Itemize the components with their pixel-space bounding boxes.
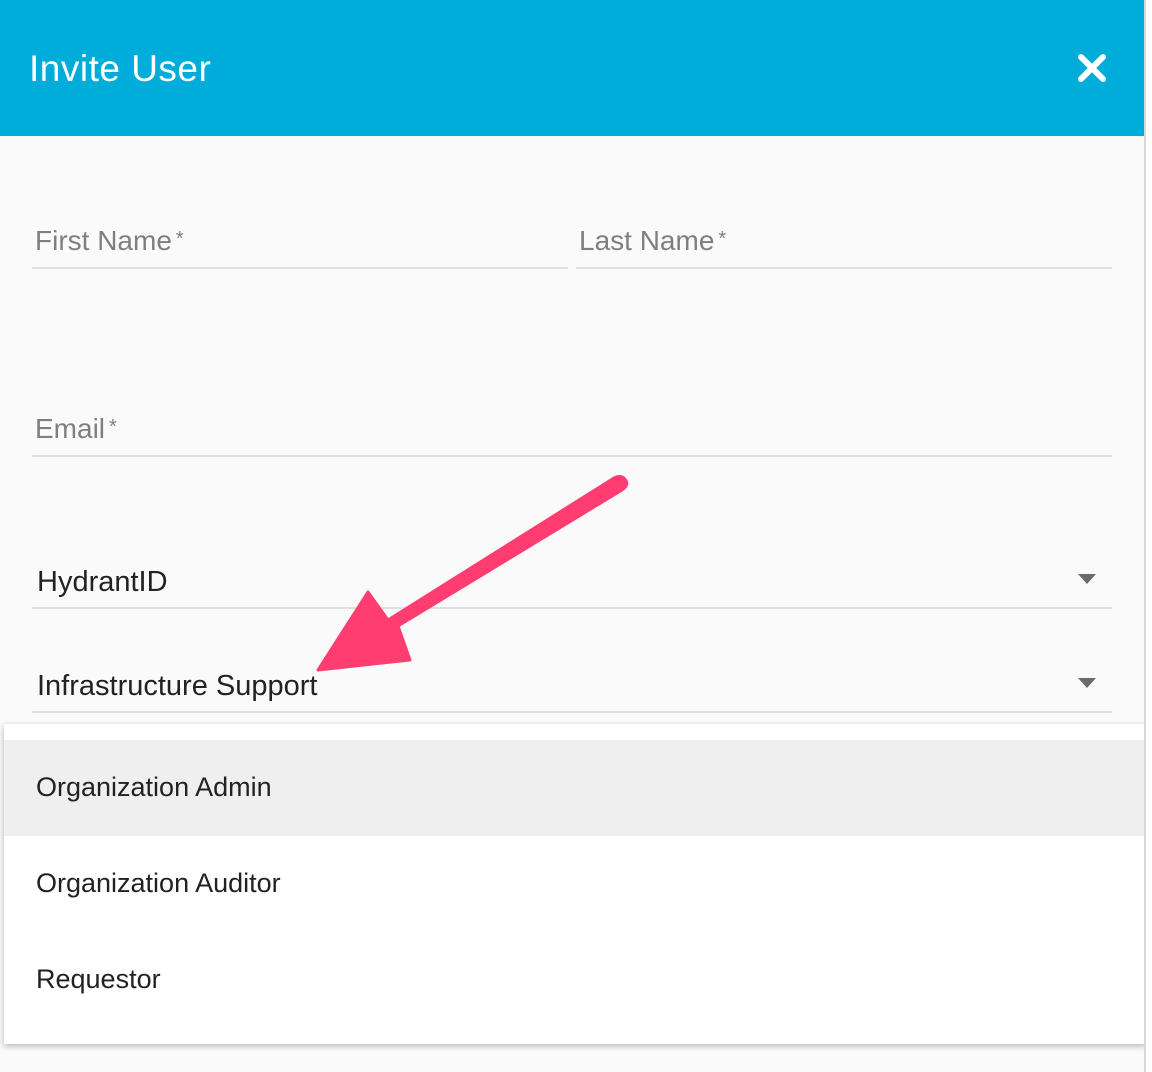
required-mark: * — [718, 228, 727, 250]
role-dropdown-menu: Organization Admin Organization Auditor … — [4, 724, 1144, 1044]
identity-provider-select[interactable]: HydrantID — [32, 552, 1112, 609]
close-icon — [1078, 54, 1106, 82]
menu-item-organization-auditor[interactable]: Organization Auditor — [4, 836, 1144, 932]
menu-item-label: Organization Auditor — [36, 868, 281, 898]
email-label: Email * — [35, 413, 117, 444]
first-name-field[interactable]: First Name * — [32, 210, 568, 269]
last-name-label: Last Name * — [579, 225, 727, 256]
close-button[interactable] — [1070, 46, 1114, 90]
invite-user-dialog: Invite User First Name * Last Name * Email… — [0, 0, 1146, 1072]
role-select[interactable]: Infrastructure Support — [32, 656, 1112, 713]
identity-provider-value: HydrantID — [37, 566, 168, 598]
menu-item-label: Organization Admin — [36, 772, 272, 802]
dialog-title: Invite User — [29, 48, 212, 89]
chevron-down-icon — [1078, 678, 1096, 688]
chevron-down-icon — [1078, 574, 1096, 584]
dialog-header: Invite User — [0, 0, 1144, 136]
required-mark: * — [175, 228, 184, 250]
menu-item-organization-admin[interactable]: Organization Admin — [4, 740, 1144, 836]
menu-item-requestor[interactable]: Requestor — [4, 932, 1144, 1028]
required-mark: * — [109, 416, 117, 438]
role-value: Infrastructure Support — [37, 670, 318, 702]
menu-item-label: Requestor — [36, 964, 161, 994]
first-name-label: First Name * — [35, 225, 184, 256]
email-field[interactable]: Email * — [32, 398, 1112, 457]
last-name-field[interactable]: Last Name * — [576, 210, 1112, 269]
